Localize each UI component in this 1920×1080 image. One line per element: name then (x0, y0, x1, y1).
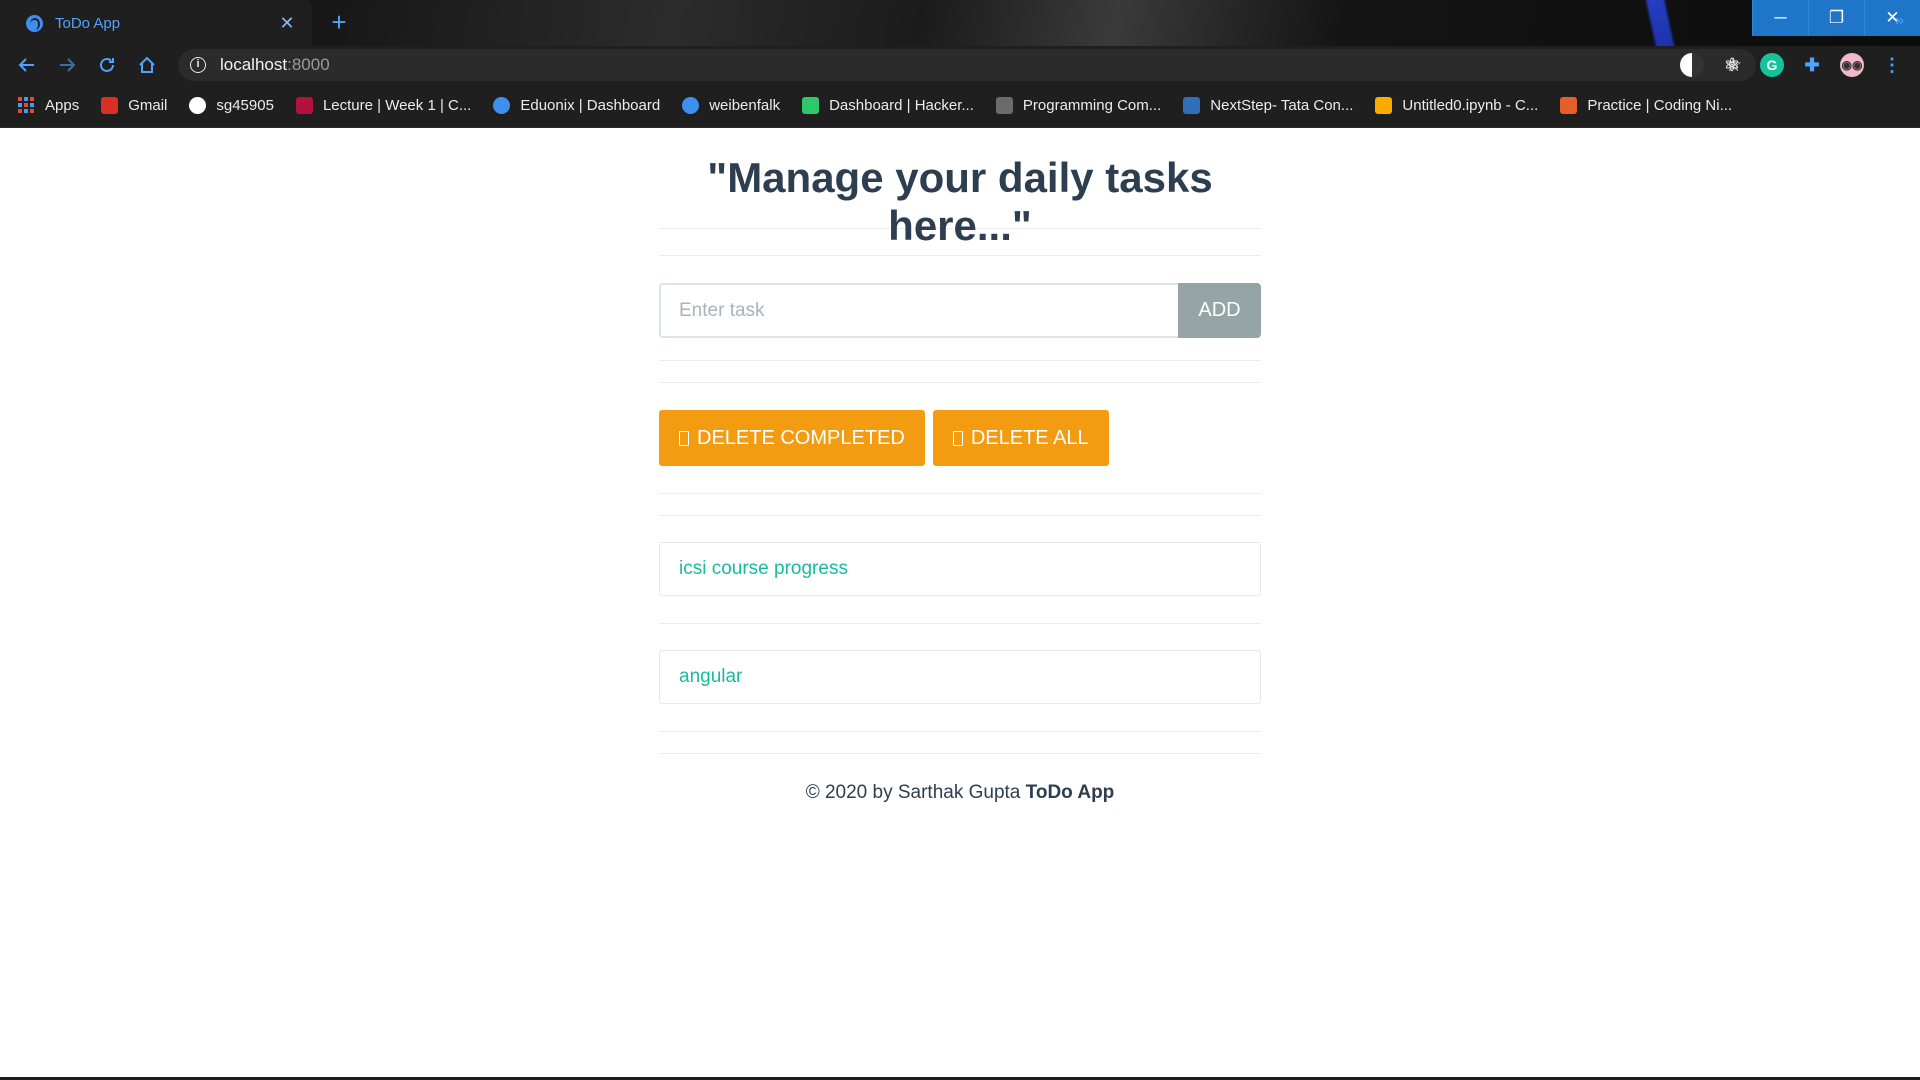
back-button[interactable] (7, 47, 47, 83)
browser-titlebar: ToDo App ✕ + ─ ❐ ✕ (0, 0, 1920, 46)
home-icon (139, 56, 155, 73)
menu-kebab-icon[interactable]: ⋮ (1880, 53, 1904, 77)
url-port: :8000 (287, 55, 330, 74)
bookmark-label: NextStep- Tata Con... (1210, 97, 1354, 114)
bookmark-label: Apps (45, 97, 80, 114)
bookmark-item[interactable]: Gmail (101, 97, 167, 114)
globe-icon (682, 97, 700, 114)
info-icon[interactable]: i (190, 57, 206, 73)
home-button[interactable] (127, 47, 167, 83)
task-item[interactable]: icsi course progress (659, 542, 1261, 596)
delete-all-label: DELETE ALL (970, 426, 1089, 449)
restore-button[interactable]: ❐ (1808, 0, 1864, 36)
bookmark-item[interactable]: NextStep- Tata Con... (1183, 97, 1353, 114)
footer-copyright: © 2020 by Sarthak Gupta (805, 782, 1026, 803)
footer-brand: ToDo App (1025, 782, 1115, 803)
globe-icon (493, 97, 511, 114)
bookmark-label: Gmail (128, 97, 168, 114)
bookmark-item[interactable]: Lecture | Week 1 | C... (295, 97, 472, 114)
delete-completed-label: DELETE COMPLETED (697, 426, 905, 449)
bookmark-item[interactable]: Eduonix | Dashboard (493, 97, 660, 114)
bookmarks-bar: Apps Gmail sg45905 Lecture | Week 1 | C... E… (0, 84, 1920, 128)
wallpaper-streak (1644, 0, 1694, 46)
gmail-icon (101, 97, 119, 114)
trash-icon (952, 430, 963, 446)
bookmark-label: Programming Com... (1022, 97, 1162, 114)
bookmark-item[interactable]: Untitled0.ipynb - C... (1375, 97, 1538, 114)
delete-completed-button[interactable]: DELETE COMPLETED (659, 410, 925, 466)
bookmark-item[interactable]: Dashboard | Hacker... (802, 97, 974, 114)
dark-mode-extension-icon[interactable] (1680, 53, 1704, 77)
reload-button[interactable] (87, 47, 127, 83)
browser-tab[interactable]: ToDo App ✕ (0, 0, 312, 46)
divider (659, 255, 1261, 256)
divider (659, 382, 1261, 383)
bookmark-label: sg45905 (216, 97, 274, 114)
bookmark-label: Lecture | Week 1 | C... (322, 97, 472, 114)
hackerrank-icon (802, 97, 820, 114)
close-window-button[interactable]: ✕ (1864, 0, 1920, 36)
extensions-puzzle-icon[interactable]: ✚ (1800, 53, 1824, 77)
divider (659, 493, 1261, 494)
bookmark-item[interactable]: Practice | Coding Ni... (1560, 97, 1732, 114)
github-icon (189, 97, 207, 114)
trash-icon (679, 430, 689, 446)
react-devtools-icon[interactable]: ⚛ (1720, 53, 1744, 77)
arrow-left-icon (18, 58, 34, 72)
page-viewport: "Manage your daily tasks here..." ADD DE… (0, 128, 1920, 1078)
browser-toolbar: i localhost:8000 ☆ ⚛ G ✚ ◉◉ ⋮ (0, 46, 1920, 84)
forward-button[interactable] (47, 47, 87, 83)
apps-grid-icon (18, 97, 35, 114)
arrow-right-icon (60, 58, 76, 72)
address-bar[interactable]: i localhost:8000 ☆ (178, 49, 1756, 81)
globe-icon (26, 14, 43, 32)
bookmark-label: weibenfalk (709, 97, 781, 114)
action-buttons: DELETE COMPLETED DELETE ALL (659, 410, 1261, 466)
task-item[interactable]: angular (659, 650, 1261, 704)
tab-title: ToDo App (55, 14, 121, 32)
divider (659, 360, 1261, 361)
divider (659, 753, 1261, 754)
close-tab-icon[interactable]: ✕ (276, 13, 298, 34)
divider (659, 731, 1261, 732)
task-input[interactable] (659, 283, 1178, 338)
codechef-icon (995, 97, 1013, 114)
delete-all-button[interactable]: DELETE ALL (932, 410, 1109, 466)
bookmark-item[interactable]: Apps (18, 97, 79, 114)
page-title: "Manage your daily tasks here..." (707, 154, 1213, 249)
new-tab-button[interactable]: + (324, 7, 354, 37)
bookmark-item[interactable]: weibenfalk (682, 97, 780, 114)
bookmark-label: Dashboard | Hacker... (829, 97, 974, 114)
add-task-form: ADD (659, 283, 1261, 338)
codingninjas-icon (1560, 97, 1578, 114)
footer: © 2020 by Sarthak Gupta ToDo App (659, 782, 1261, 804)
tata-icon (1183, 97, 1201, 114)
grammarly-icon[interactable]: G (1760, 53, 1784, 77)
reload-icon (100, 57, 114, 72)
profile-avatar[interactable]: ◉◉ (1840, 53, 1864, 77)
divider (659, 515, 1261, 516)
bookmark-label: Untitled0.ipynb - C... (1402, 97, 1539, 114)
todo-container: "Manage your daily tasks here..." ADD DE… (659, 128, 1261, 804)
bookmark-item[interactable]: sg45905 (189, 97, 274, 114)
divider (659, 623, 1261, 624)
add-button[interactable]: ADD (1178, 283, 1261, 338)
edx-icon (295, 97, 313, 114)
bookmark-label: Practice | Coding Ni... (1587, 97, 1733, 114)
bookmark-item[interactable]: Programming Com... (995, 97, 1162, 114)
url-host: localhost (220, 55, 288, 74)
minimize-button[interactable]: ─ (1752, 0, 1808, 36)
colab-icon (1375, 97, 1393, 114)
bookmark-label: Eduonix | Dashboard (520, 97, 661, 114)
more-bookmarks-icon[interactable]: » (1895, 12, 1904, 30)
